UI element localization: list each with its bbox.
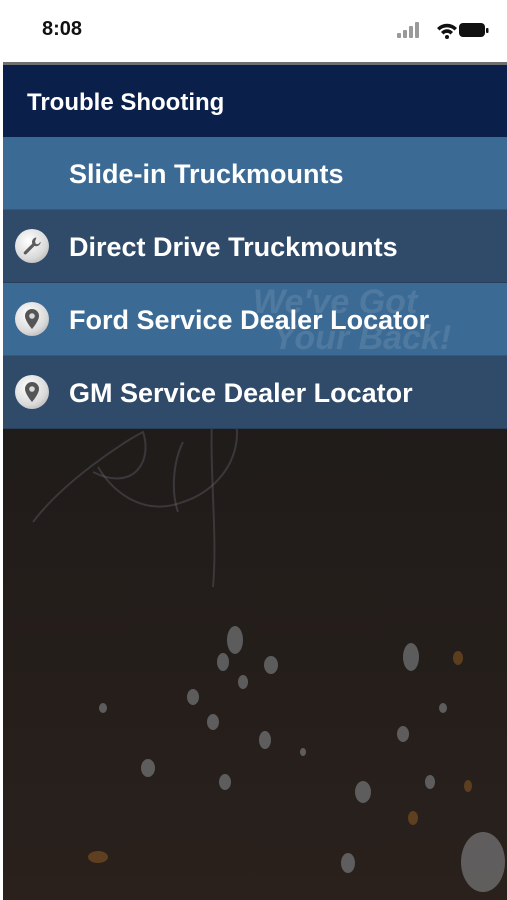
- menu-item-direct-drive-truckmounts[interactable]: Direct Drive Truckmounts: [3, 210, 507, 283]
- wifi-icon: [437, 23, 457, 39]
- menu-item-label: Direct Drive Truckmounts: [69, 232, 398, 262]
- app-screen: Trouble Shooting Slide-in Truckmounts Di…: [3, 62, 507, 900]
- signal-icon: [397, 22, 419, 38]
- menu-item-label: Slide-in Truckmounts: [69, 159, 344, 189]
- menu-item-slide-in-truckmounts[interactable]: Slide-in Truckmounts: [3, 137, 507, 210]
- location-pin-icon: [15, 302, 49, 336]
- status-bar: 8:08: [0, 0, 507, 62]
- menu-item-label: GM Service Dealer Locator: [69, 378, 413, 408]
- status-time: 8:08: [42, 18, 83, 40]
- battery-icon: [459, 23, 489, 37]
- menu-item-gm-service-dealer-locator[interactable]: GM Service Dealer Locator: [3, 356, 507, 429]
- menu-item-label: Ford Service Dealer Locator: [69, 305, 430, 335]
- menu-item-ford-service-dealer-locator[interactable]: Ford Service Dealer Locator: [3, 283, 507, 356]
- page-title: Trouble Shooting: [27, 89, 225, 116]
- status-icons: [397, 20, 489, 40]
- menu-list: Slide-in Truckmounts Direct Drive Truckm…: [3, 137, 507, 429]
- location-pin-icon: [15, 375, 49, 409]
- header-bar: Trouble Shooting: [3, 65, 507, 137]
- wrench-icon: [15, 229, 49, 263]
